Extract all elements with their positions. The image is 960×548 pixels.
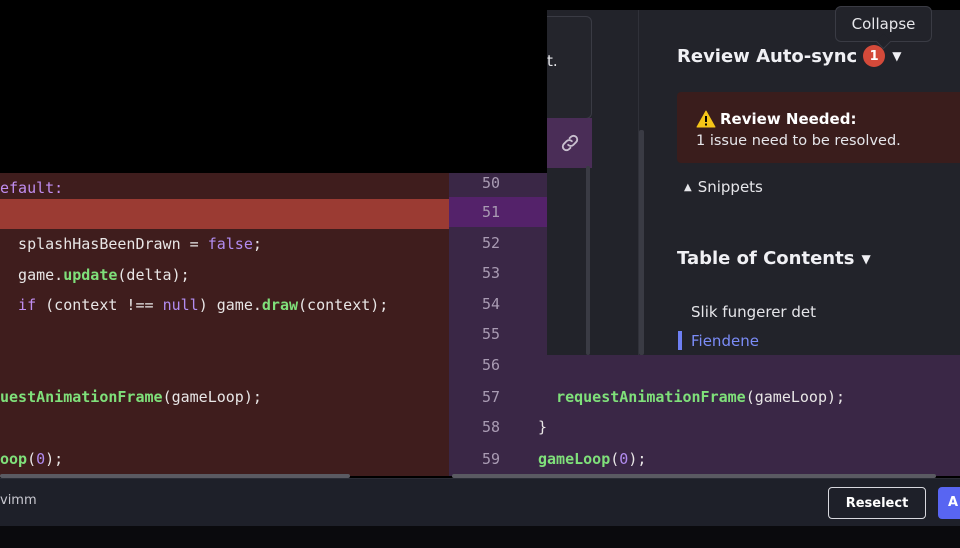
code-text: (delta);: [117, 266, 190, 284]
toc-title: Table of Contents: [677, 248, 855, 269]
reselect-button[interactable]: Reselect: [828, 487, 926, 519]
left-code-line: splashHasBeenDrawn = false;: [0, 229, 449, 259]
popup-text: t.: [547, 52, 558, 70]
accept-button[interactable]: A: [938, 487, 960, 519]
line-number: 51: [481, 203, 500, 221]
code-text: ;: [252, 235, 262, 253]
panel-scrollbar[interactable]: [639, 130, 644, 355]
window-bottom-edge: [0, 526, 960, 548]
panel-side-column: t.: [547, 10, 592, 355]
alert-message: 1 issue need to be resolved.: [696, 133, 901, 149]
code-text: (context !==: [36, 296, 163, 314]
link-icon: [561, 134, 578, 152]
caret-up-icon: ▲: [684, 181, 692, 193]
line-number: 53: [481, 264, 500, 282]
code-text: (context);: [298, 296, 389, 314]
code-text: ) game.: [198, 296, 262, 314]
alert-title-row: Review Needed:: [696, 110, 856, 128]
right-code-line: 58}: [449, 412, 960, 442]
line-number: 58: [481, 418, 500, 436]
review-needed-alert: Review Needed: 1 issue need to be resolv…: [677, 92, 960, 163]
bottom-action-bar: vimm Reselect A: [0, 478, 960, 526]
code-function: oop: [0, 450, 28, 468]
review-autosync-title: Review Auto-sync: [677, 45, 858, 67]
table-of-contents-header[interactable]: Table of Contents ▼: [677, 248, 871, 269]
code-keyword: if: [0, 296, 37, 314]
active-indicator: [678, 331, 682, 350]
right-code-line: 57 requestAnimationFrame(gameLoop);: [449, 382, 960, 412]
left-code-line: uestAnimationFrame(gameLoop);: [0, 382, 449, 412]
left-code-line: if (context !== null) game.draw(context)…: [0, 290, 449, 320]
code-text: (: [27, 450, 37, 468]
issue-count-badge: 1: [863, 45, 886, 67]
warning-icon: [696, 110, 716, 128]
code-function: uestAnimationFrame: [0, 388, 163, 406]
code-text: );: [628, 450, 647, 468]
left-code-line: oop(0);: [0, 444, 449, 474]
code-text: (gameLoop);: [745, 388, 846, 406]
code-function: draw: [261, 296, 299, 314]
code-text: efault:: [0, 179, 64, 197]
code-function: gameLoop: [538, 450, 611, 468]
side-scrollbar[interactable]: [586, 166, 590, 355]
code-function: update: [63, 266, 118, 284]
line-number: 56: [481, 356, 500, 374]
caret-down-icon: ▼: [861, 251, 871, 266]
code-text: (: [610, 450, 620, 468]
code-text: splashHasBeenDrawn =: [0, 235, 208, 253]
code-literal: 0: [619, 450, 629, 468]
line-number: 57: [481, 388, 500, 406]
right-code-line: 59 gameLoop(0);: [449, 444, 960, 474]
line-number: 55: [481, 325, 500, 343]
popup-fragment: t.: [547, 16, 592, 119]
collapse-tooltip[interactable]: Collapse: [835, 6, 932, 42]
code-literal: false: [207, 235, 253, 253]
left-code-line-highlighted: [0, 199, 449, 229]
left-code-line: game.update(delta);: [0, 260, 449, 290]
code-function: requestAnimationFrame: [556, 388, 746, 406]
code-text: (gameLoop);: [162, 388, 262, 406]
toc-item-active[interactable]: Fiendene: [678, 331, 759, 350]
snippets-toggle[interactable]: ▲ Snippets: [684, 178, 763, 196]
line-number: 52: [481, 234, 500, 252]
code-literal: null: [162, 296, 199, 314]
caret-down-icon: ▼: [892, 49, 902, 63]
line-number: 54: [481, 295, 500, 313]
review-autosync-header[interactable]: Review Auto-sync 1 ▼: [677, 45, 901, 67]
alert-title: Review Needed:: [720, 110, 857, 128]
snippets-label: Snippets: [697, 178, 763, 196]
toc-item-label: Fiendene: [691, 331, 759, 350]
line-number: 50: [481, 174, 500, 192]
code-text: );: [45, 450, 64, 468]
code-text: game.: [0, 266, 64, 284]
toc-item[interactable]: Slik fungerer det: [691, 303, 816, 321]
code-literal: 0: [36, 450, 46, 468]
left-diff-pane: efault: splashHasBeenDrawn = false; game…: [0, 173, 449, 476]
line-number: 59: [481, 450, 500, 468]
code-text: }: [538, 418, 548, 436]
bottom-label: vimm: [0, 493, 37, 508]
link-button[interactable]: [547, 118, 592, 168]
